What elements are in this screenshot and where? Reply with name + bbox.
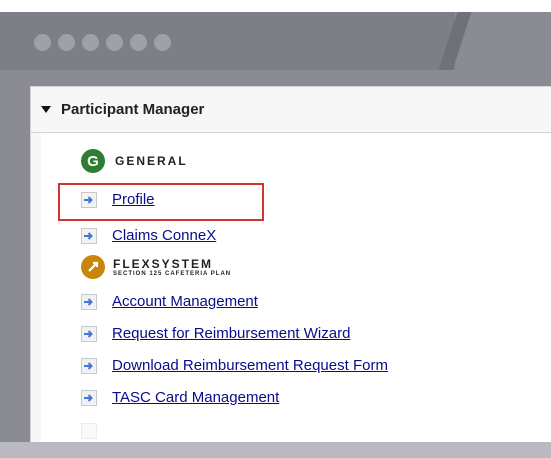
link-claims-connex[interactable]: Claims ConneX <box>81 227 216 244</box>
flexsystem-title-block: FLEXSYSTEM SECTION 125 CAFETERIA PLAN <box>113 258 231 277</box>
panel-content: G GENERAL Profile Claims ConneX FLEXSYST… <box>41 133 551 442</box>
general-section-header: G GENERAL <box>81 149 188 173</box>
link-download-reimbursement-form[interactable]: Download Reimbursement Request Form <box>81 357 388 374</box>
link-reimbursement-wizard-label[interactable]: Request for Reimbursement Wizard <box>112 325 350 342</box>
link-claims-connex-label[interactable]: Claims ConneX <box>112 227 216 244</box>
window-controls <box>34 34 171 51</box>
titlebar-right-section <box>455 12 551 70</box>
flexsystem-subtitle: SECTION 125 CAFETERIA PLAN <box>113 270 232 277</box>
window-dot[interactable] <box>106 34 123 51</box>
arrow-right-icon <box>81 389 97 406</box>
window-dot[interactable] <box>82 34 99 51</box>
arrow-right-icon <box>81 325 97 342</box>
link-profile-label[interactable]: Profile <box>112 191 155 208</box>
window-dot[interactable] <box>130 34 147 51</box>
link-download-reimbursement-form-label[interactable]: Download Reimbursement Request Form <box>112 357 388 374</box>
panel-title: Participant Manager <box>61 101 205 118</box>
screenshot-frame: Participant Manager G GENERAL Profile Cl… <box>0 12 551 442</box>
link-reimbursement-wizard[interactable]: Request for Reimbursement Wizard <box>81 325 350 342</box>
link-account-management[interactable]: Account Management <box>81 293 258 310</box>
arrow-right-icon <box>81 293 97 310</box>
caret-down-icon[interactable] <box>41 106 51 113</box>
general-title: GENERAL <box>115 154 188 168</box>
flexsystem-title: FLEXSYSTEM <box>113 256 214 271</box>
general-logo-icon: G <box>81 149 105 173</box>
frame-bottom-strip <box>0 442 551 458</box>
link-tasc-card-management-label[interactable]: TASC Card Management <box>112 389 279 406</box>
general-logo-letter: G <box>87 152 99 170</box>
participant-manager-panel: Participant Manager G GENERAL Profile Cl… <box>30 86 551 442</box>
window-dot[interactable] <box>34 34 51 51</box>
arrow-right-icon <box>81 227 97 244</box>
link-profile[interactable]: Profile <box>81 191 155 208</box>
panel-header[interactable]: Participant Manager <box>31 87 551 133</box>
arrow-right-icon <box>81 423 97 439</box>
flexsystem-section-header: FLEXSYSTEM SECTION 125 CAFETERIA PLAN <box>81 255 231 279</box>
link-partially-visible[interactable] <box>81 423 112 439</box>
window-dot[interactable] <box>58 34 75 51</box>
window-dot[interactable] <box>154 34 171 51</box>
flexsystem-logo-icon <box>81 255 105 279</box>
arrow-right-icon <box>81 357 97 374</box>
link-account-management-label[interactable]: Account Management <box>112 293 258 310</box>
window-titlebar <box>0 12 551 70</box>
link-tasc-card-management[interactable]: TASC Card Management <box>81 389 279 406</box>
arrow-right-icon <box>81 191 97 208</box>
